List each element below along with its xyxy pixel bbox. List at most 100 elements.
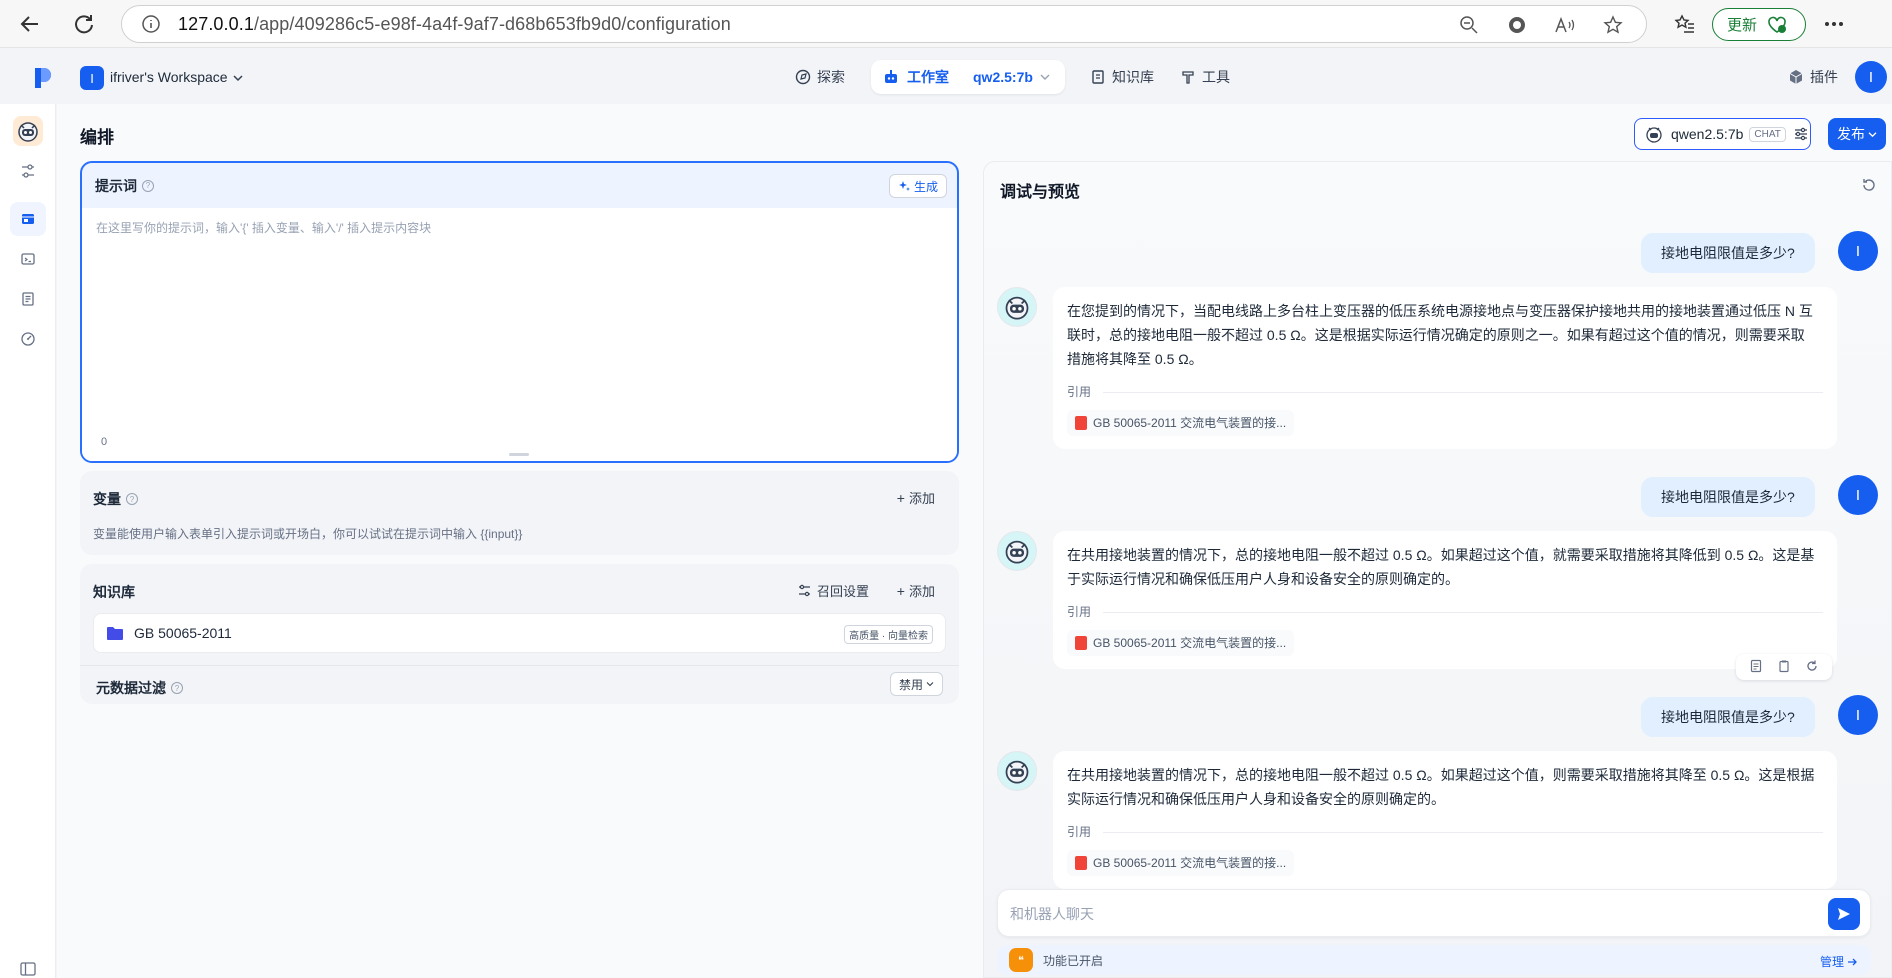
prompt-editor[interactable]: 在这里写你的提示词，输入'{' 插入变量、输入'/' 插入提示内容块 bbox=[82, 208, 957, 461]
send-icon bbox=[1838, 908, 1850, 920]
browser-update-button[interactable]: 更新 bbox=[1712, 8, 1806, 41]
document-icon[interactable] bbox=[1749, 659, 1763, 676]
app-icon[interactable] bbox=[13, 116, 43, 146]
user-message: 接地电阻限值是多少? bbox=[1641, 697, 1815, 737]
help-icon[interactable]: ? bbox=[126, 493, 138, 505]
message-actions bbox=[1736, 654, 1832, 680]
features-icon: ❝ bbox=[1009, 948, 1033, 972]
read-aloud-icon[interactable] bbox=[1552, 12, 1578, 38]
logs-icon[interactable] bbox=[10, 282, 46, 316]
knowledge-item-name: GB 50065-2011 bbox=[134, 625, 232, 641]
citation-label: 引用 bbox=[1067, 825, 1092, 839]
reload-icon[interactable] bbox=[66, 6, 102, 42]
recall-settings-label: 召回设置 bbox=[816, 584, 869, 599]
nav-tools[interactable]: 工具 bbox=[1170, 60, 1240, 94]
chat-input[interactable] bbox=[1010, 902, 1790, 926]
user-avatar: I bbox=[1838, 231, 1878, 271]
chevron-down-icon[interactable] bbox=[1040, 73, 1050, 81]
citation-chip[interactable]: GB 50065-2011 交流电气装置的接... bbox=[1067, 630, 1295, 656]
favorite-star-icon[interactable] bbox=[1600, 12, 1626, 38]
citation-doc-name: GB 50065-2011 交流电气装置的接... bbox=[1093, 856, 1287, 870]
more-menu-icon[interactable] bbox=[1816, 6, 1852, 42]
add-knowledge-button[interactable]: + 添加 bbox=[897, 581, 935, 600]
prompt-title: 提示词 bbox=[95, 177, 137, 194]
bot-avatar-icon bbox=[997, 531, 1037, 571]
tune-icon bbox=[1794, 127, 1807, 141]
refresh-icon[interactable] bbox=[1861, 177, 1877, 196]
monitoring-gauge-icon[interactable] bbox=[10, 322, 46, 356]
heart-icon bbox=[1768, 16, 1787, 33]
address-bar[interactable]: 127.0.0.1/app/409286c5-e98f-4a4f-9af7-d6… bbox=[121, 5, 1647, 43]
feature-bar: ❝ 功能已开启 管理 bbox=[997, 945, 1871, 975]
user-message-text: 接地电阻限值是多少? bbox=[1661, 709, 1795, 725]
hammer-icon bbox=[1182, 71, 1194, 84]
nav-tools-label: 工具 bbox=[1202, 69, 1230, 85]
citation-chip[interactable]: GB 50065-2011 交流电气装置的接... bbox=[1067, 410, 1295, 436]
plus-icon: + bbox=[896, 582, 905, 599]
prompt-panel: 提示词 ? 生成 在这里写你的提示词，输入'{' 插入变量、输入'/' 插入提示… bbox=[80, 161, 959, 463]
settings-sliders-icon[interactable] bbox=[10, 154, 46, 188]
terminal-icon[interactable] bbox=[10, 242, 46, 276]
prompt-char-count: 0 bbox=[101, 436, 108, 448]
nav-plugins-label: 插件 bbox=[1810, 69, 1838, 85]
back-icon[interactable] bbox=[12, 6, 48, 42]
add-knowledge-label: 添加 bbox=[908, 584, 935, 599]
workspace-avatar[interactable]: I bbox=[80, 66, 104, 90]
site-info-icon[interactable] bbox=[140, 13, 162, 35]
variables-title: 变量 bbox=[93, 491, 121, 507]
add-variable-label: 添加 bbox=[908, 491, 935, 506]
book-icon bbox=[1092, 70, 1104, 84]
citation-doc-name: GB 50065-2011 交流电气装置的接... bbox=[1093, 416, 1287, 430]
zoom-out-icon[interactable] bbox=[1456, 12, 1482, 38]
publish-button[interactable]: 发布 bbox=[1828, 118, 1886, 150]
send-button[interactable] bbox=[1828, 898, 1860, 930]
help-icon[interactable]: ? bbox=[171, 682, 183, 694]
user-message: 接地电阻限值是多少? bbox=[1641, 233, 1815, 273]
model-name: qwen2.5:7b bbox=[1671, 126, 1744, 142]
user-avatar[interactable]: I bbox=[1855, 61, 1887, 93]
nav-explore[interactable]: 探索 bbox=[785, 60, 855, 94]
browser-toolbar: 127.0.0.1/app/409286c5-e98f-4a4f-9af7-d6… bbox=[0, 0, 1892, 48]
generate-prompt-button[interactable]: 生成 bbox=[888, 174, 947, 198]
copy-icon[interactable] bbox=[1777, 659, 1791, 676]
workspace-switcher[interactable]: ifriver's Workspace bbox=[110, 69, 243, 85]
knowledge-item[interactable]: GB 50065-2011 高质量 · 向量检索 bbox=[93, 613, 946, 653]
sidebar-collapse-icon[interactable] bbox=[20, 962, 36, 978]
prompt-placeholder: 在这里写你的提示词，输入'{' 插入变量、输入'/' 插入提示内容块 bbox=[96, 221, 432, 235]
regenerate-icon[interactable] bbox=[1805, 659, 1819, 676]
resize-handle[interactable] bbox=[509, 453, 529, 456]
nav-knowledge-label: 知识库 bbox=[1112, 69, 1154, 85]
user-message: 接地电阻限值是多少? bbox=[1641, 477, 1815, 517]
add-variable-button[interactable]: + 添加 bbox=[897, 488, 935, 507]
nav-plugins[interactable]: 插件 bbox=[1788, 67, 1838, 87]
manage-label: 管理 bbox=[1819, 955, 1844, 969]
pdf-icon bbox=[1075, 416, 1087, 430]
manage-features-button[interactable]: 管理 bbox=[1820, 953, 1857, 970]
nav-studio[interactable]: 工作室 qw2.5:7b bbox=[871, 60, 1065, 94]
nav-knowledge[interactable]: 知识库 bbox=[1080, 60, 1164, 94]
help-icon[interactable]: ? bbox=[142, 179, 154, 192]
metadata-filter-select[interactable]: 禁用 bbox=[889, 672, 943, 696]
chevron-down-icon bbox=[926, 682, 934, 687]
bot-message: 在共用接地装置的情况下，总的接地电阻一般不超过 0.5 Ω。如果超过这个值，就需… bbox=[1053, 531, 1837, 669]
update-label: 更新 bbox=[1727, 17, 1758, 34]
metadata-filter-value: 禁用 bbox=[898, 677, 923, 692]
pdf-icon bbox=[1075, 636, 1087, 650]
workspace-name: ifriver's Workspace bbox=[110, 69, 228, 85]
bot-avatar-icon bbox=[997, 287, 1037, 327]
chevron-down-icon bbox=[233, 75, 243, 82]
current-app-name[interactable]: qw2.5:7b bbox=[973, 69, 1033, 85]
metadata-filter-title: 元数据过滤 bbox=[96, 680, 166, 696]
bot-message: 在您提到的情况下，当配电线路上多台柱上变压器的低压系统电源接地点与变压器保护接地… bbox=[1053, 287, 1837, 449]
model-selector-button[interactable]: qwen2.5:7b CHAT bbox=[1634, 118, 1811, 150]
pdf-icon bbox=[1075, 856, 1087, 870]
nav-explore-label: 探索 bbox=[817, 69, 845, 85]
favorites-list-icon[interactable] bbox=[1667, 6, 1703, 42]
url-text: 127.0.0.1/app/409286c5-e98f-4a4f-9af7-d6… bbox=[178, 13, 731, 34]
compass-icon bbox=[795, 69, 811, 85]
translate-icon[interactable] bbox=[1504, 12, 1530, 38]
orchestrate-icon[interactable] bbox=[10, 202, 46, 236]
app-logo-icon[interactable] bbox=[33, 68, 53, 91]
citation-chip[interactable]: GB 50065-2011 交流电气装置的接... bbox=[1067, 850, 1295, 876]
recall-settings-button[interactable]: 召回设置 bbox=[798, 581, 869, 600]
